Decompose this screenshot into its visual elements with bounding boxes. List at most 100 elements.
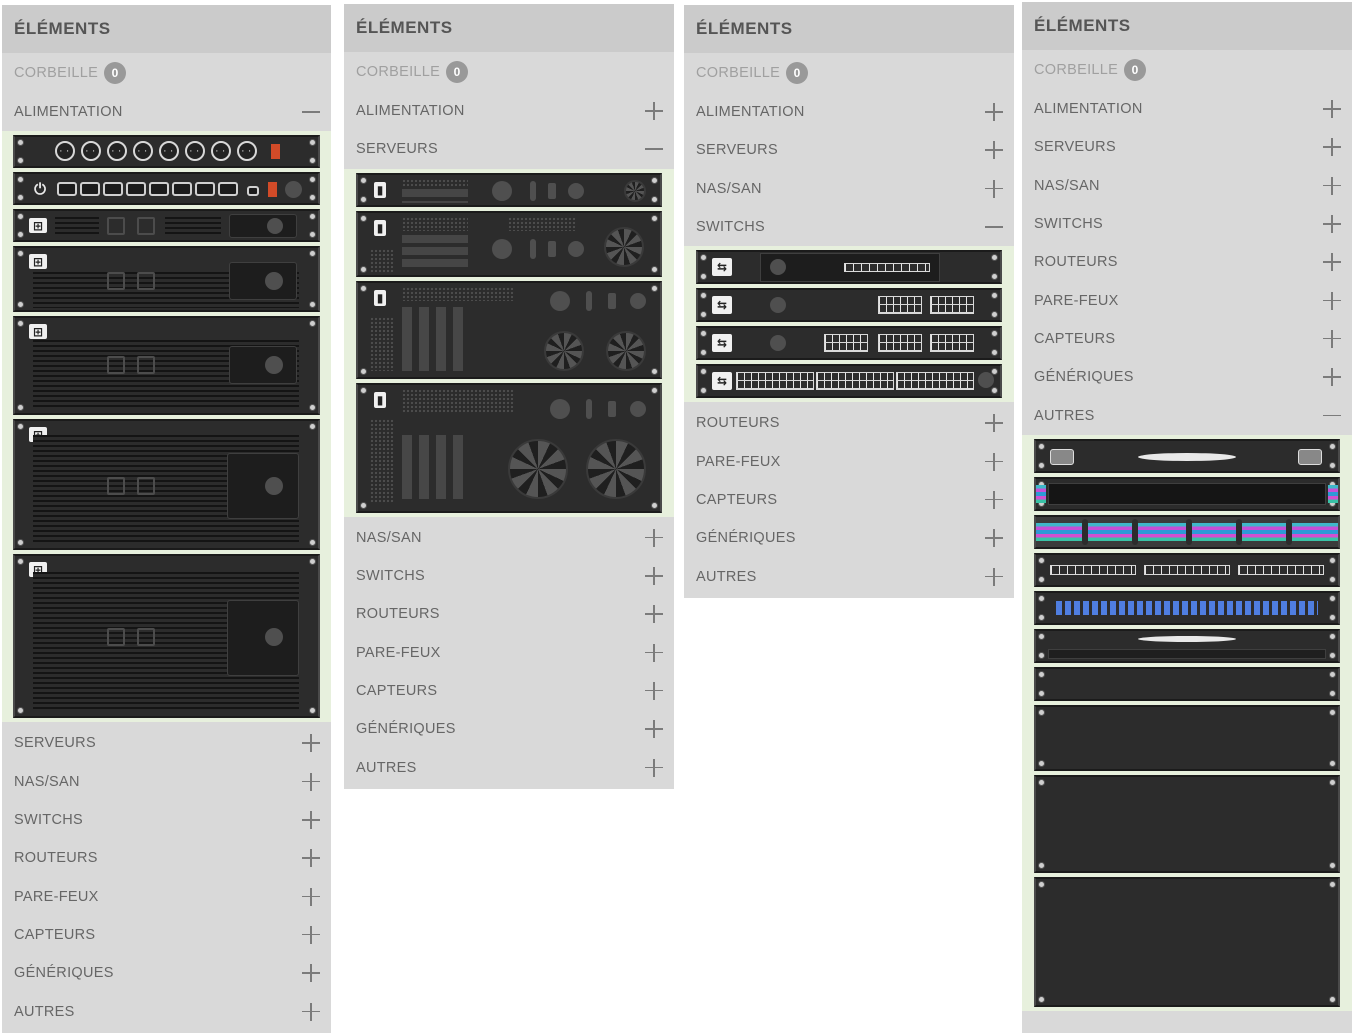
category-routeurs[interactable]: ROUTEURS: [684, 404, 1014, 442]
plus-icon[interactable]: [984, 102, 1004, 122]
trash-row[interactable]: CORBEILLE 0: [1022, 50, 1352, 90]
plus-icon[interactable]: [984, 413, 1004, 433]
brush-panel-item[interactable]: [1034, 476, 1340, 511]
switch-8p-item[interactable]: ⇆: [696, 250, 1002, 285]
plus-icon[interactable]: [644, 101, 664, 121]
plus-icon[interactable]: [1322, 137, 1342, 157]
plus-icon[interactable]: [301, 810, 321, 830]
minus-icon[interactable]: [301, 102, 321, 122]
category-autres[interactable]: AUTRES: [2, 992, 331, 1030]
blank-panel-1u-item[interactable]: [1034, 666, 1340, 701]
ups-3u-item[interactable]: ⊞: [13, 316, 320, 416]
category-pare-feux[interactable]: PARE-FEUX: [2, 877, 331, 915]
category-generiques[interactable]: GÉNÉRIQUES: [684, 519, 1014, 557]
category-capteurs[interactable]: CAPTEURS: [344, 672, 674, 710]
category-nas-san[interactable]: NAS/SAN: [684, 170, 1014, 208]
category-pare-feux[interactable]: PARE-FEUX: [684, 442, 1014, 480]
plus-icon[interactable]: [301, 963, 321, 983]
plus-icon[interactable]: [644, 566, 664, 586]
patch-cables-item[interactable]: [1034, 514, 1340, 549]
category-switchs[interactable]: SWITCHS: [2, 801, 331, 839]
plus-icon[interactable]: [644, 643, 664, 663]
server-3u-item[interactable]: ▮: [356, 280, 662, 379]
server-1u-item[interactable]: ▮: [356, 172, 662, 207]
plus-icon[interactable]: [1322, 367, 1342, 387]
blank-panel-4u-item[interactable]: [1034, 876, 1340, 1007]
category-nas-san[interactable]: NAS/SAN: [1022, 167, 1352, 205]
category-nas-san[interactable]: NAS/SAN: [344, 519, 674, 557]
ups-1u-item[interactable]: ⊞: [13, 209, 320, 243]
plus-icon[interactable]: [1322, 291, 1342, 311]
category-serveurs[interactable]: SERVEURS: [344, 130, 674, 168]
category-generiques[interactable]: GÉNÉRIQUES: [1022, 358, 1352, 396]
category-autres[interactable]: AUTRES: [684, 557, 1014, 595]
category-autres[interactable]: AUTRES: [1022, 396, 1352, 434]
trash-row[interactable]: CORBEILLE 0: [2, 53, 331, 93]
category-autres[interactable]: AUTRES: [344, 748, 674, 786]
category-serveurs[interactable]: SERVEURS: [1022, 128, 1352, 166]
switch-16p-item[interactable]: ⇆: [696, 288, 1002, 323]
pdu-c13-item[interactable]: ⏻: [13, 172, 320, 206]
plus-icon[interactable]: [301, 733, 321, 753]
category-serveurs[interactable]: SERVEURS: [684, 131, 1014, 169]
category-alimentation[interactable]: ALIMENTATION: [2, 93, 331, 131]
category-switchs[interactable]: SWITCHS: [1022, 205, 1352, 243]
plus-icon[interactable]: [644, 681, 664, 701]
trash-row[interactable]: CORBEILLE 0: [684, 53, 1014, 93]
ups-2u-item[interactable]: ⊞: [13, 246, 320, 313]
category-pare-feux[interactable]: PARE-FEUX: [344, 633, 674, 671]
plus-icon[interactable]: [644, 719, 664, 739]
plus-icon[interactable]: [984, 140, 1004, 160]
plus-icon[interactable]: [301, 848, 321, 868]
category-generiques[interactable]: GÉNÉRIQUES: [344, 710, 674, 748]
plus-icon[interactable]: [1322, 99, 1342, 119]
pdu-schuko-item[interactable]: [13, 135, 320, 169]
category-alimentation[interactable]: ALIMENTATION: [684, 93, 1014, 131]
plus-icon[interactable]: [644, 528, 664, 548]
plus-icon[interactable]: [301, 887, 321, 907]
plus-icon[interactable]: [301, 925, 321, 945]
category-capteurs[interactable]: CAPTEURS: [2, 916, 331, 954]
switch-24p-item[interactable]: ⇆: [696, 326, 1002, 361]
patch-panel-rj45-item[interactable]: [1034, 552, 1340, 587]
plus-icon[interactable]: [984, 452, 1004, 472]
category-routeurs[interactable]: ROUTEURS: [344, 595, 674, 633]
plus-icon[interactable]: [984, 490, 1004, 510]
drawer-item[interactable]: [1034, 628, 1340, 663]
category-nas-san[interactable]: NAS/SAN: [2, 763, 331, 801]
category-switchs[interactable]: SWITCHS: [344, 557, 674, 595]
category-alimentation[interactable]: ALIMENTATION: [1022, 90, 1352, 128]
plus-icon[interactable]: [644, 604, 664, 624]
plus-icon[interactable]: [1322, 176, 1342, 196]
plus-icon[interactable]: [1322, 329, 1342, 349]
plus-icon[interactable]: [644, 758, 664, 778]
category-routeurs[interactable]: ROUTEURS: [1022, 243, 1352, 281]
keystone-panel-item[interactable]: [1034, 590, 1340, 625]
minus-icon[interactable]: [984, 217, 1004, 237]
blank-panel-2u-item[interactable]: [1034, 704, 1340, 771]
minus-icon[interactable]: [644, 139, 664, 159]
switch-48p-item[interactable]: ⇆: [696, 364, 1002, 399]
plus-icon[interactable]: [984, 567, 1004, 587]
category-pare-feux[interactable]: PARE-FEUX: [1022, 281, 1352, 319]
category-capteurs[interactable]: CAPTEURS: [684, 481, 1014, 519]
blank-panel-3u-item[interactable]: [1034, 774, 1340, 873]
category-switchs[interactable]: SWITCHS: [684, 208, 1014, 246]
plus-icon[interactable]: [301, 772, 321, 792]
category-generiques[interactable]: GÉNÉRIQUES: [2, 954, 331, 992]
plus-icon[interactable]: [301, 1002, 321, 1022]
server-2u-item[interactable]: ▮: [356, 210, 662, 277]
cable-manager-item[interactable]: [1034, 438, 1340, 473]
plus-icon[interactable]: [984, 528, 1004, 548]
category-serveurs[interactable]: SERVEURS: [2, 724, 331, 762]
minus-icon[interactable]: [1322, 406, 1342, 426]
category-routeurs[interactable]: ROUTEURS: [2, 839, 331, 877]
server-4u-item[interactable]: ▮: [356, 382, 662, 513]
ups-5u-item[interactable]: ⊞: [13, 554, 320, 719]
trash-row[interactable]: CORBEILLE 0: [344, 52, 674, 92]
ups-4u-item[interactable]: ⊞: [13, 419, 320, 551]
category-alimentation[interactable]: ALIMENTATION: [344, 92, 674, 130]
category-capteurs[interactable]: CAPTEURS: [1022, 320, 1352, 358]
plus-icon[interactable]: [1322, 252, 1342, 272]
plus-icon[interactable]: [1322, 214, 1342, 234]
